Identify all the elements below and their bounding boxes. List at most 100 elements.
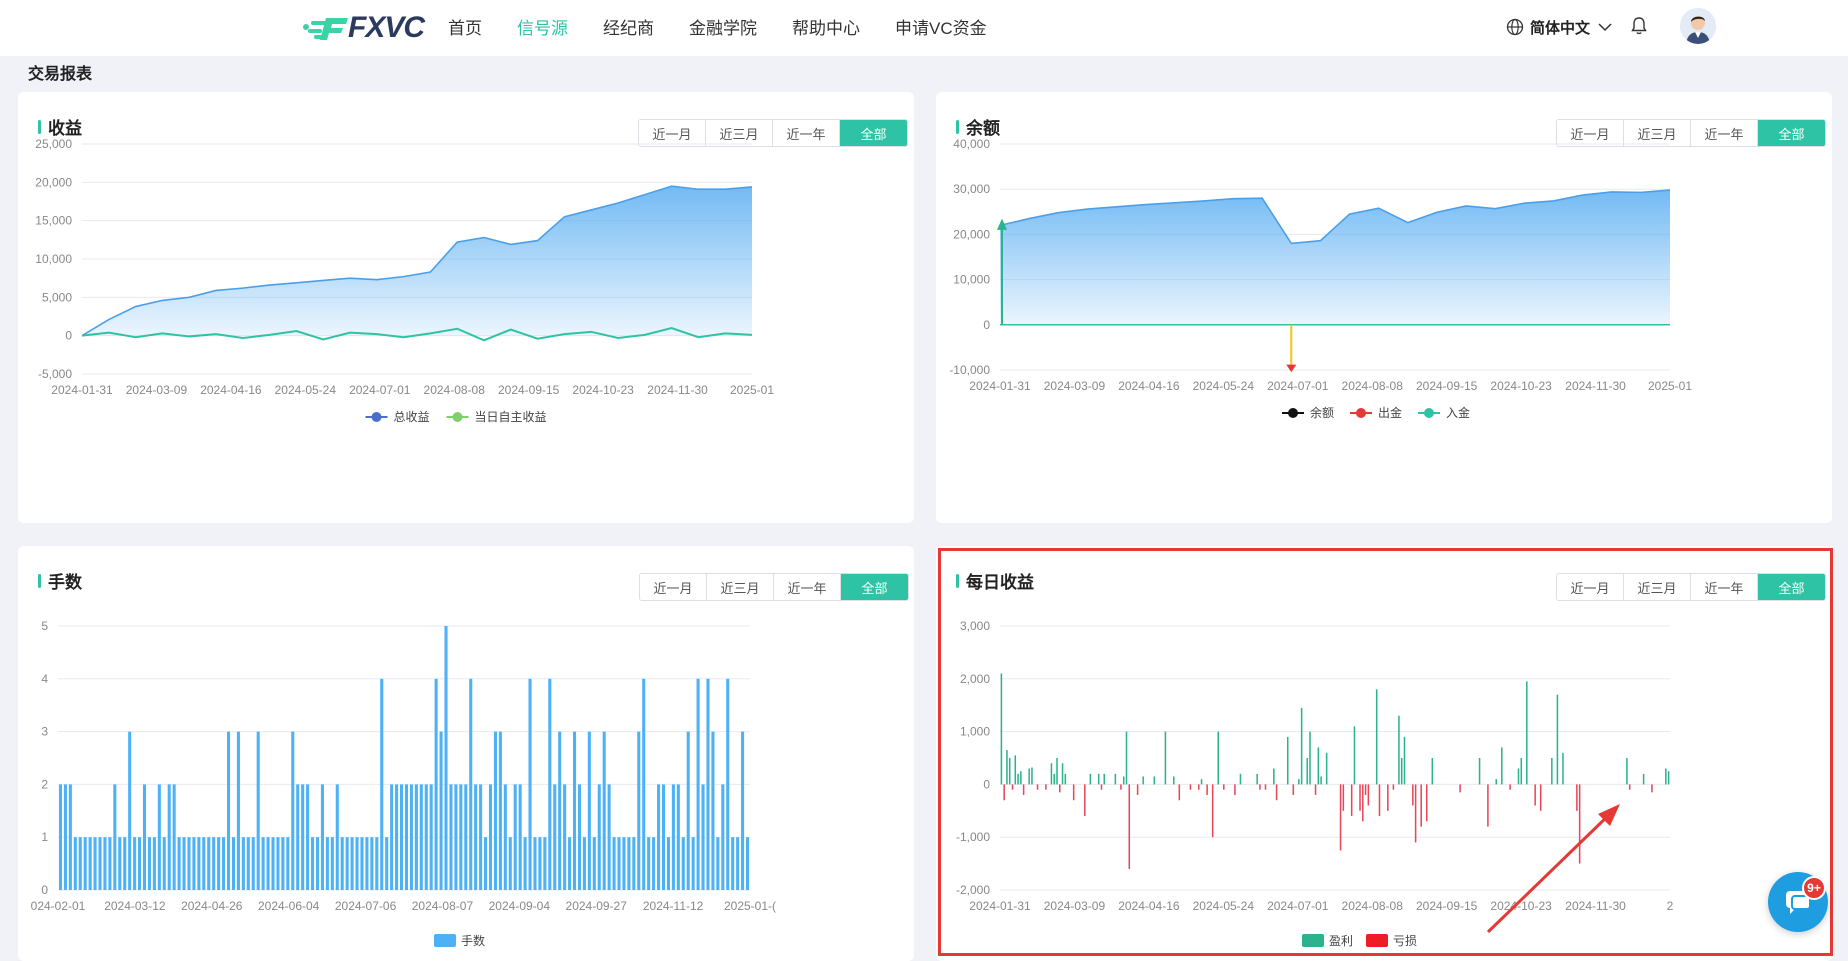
x-tick-label: 2024-08-08 <box>1342 379 1404 393</box>
legend-marker <box>1288 408 1298 418</box>
y-tick-label: 0 <box>41 883 48 897</box>
lots-bar <box>745 837 750 890</box>
profit-bar <box>1478 758 1481 785</box>
profit-bar <box>1164 731 1167 785</box>
lots-bar <box>350 837 354 890</box>
lots-bar <box>538 837 542 890</box>
x-tick-label: 2024-05-24 <box>275 383 337 397</box>
x-tick-label: 2024-01-31 <box>969 899 1031 913</box>
bell-icon[interactable] <box>1630 16 1648 36</box>
lots-bar <box>484 837 488 890</box>
lots-bar <box>731 837 735 890</box>
loss-bar <box>1189 784 1192 790</box>
lots-bar <box>128 731 132 890</box>
lots-bar <box>251 837 255 890</box>
chevron-down-icon <box>1598 23 1612 32</box>
x-tick-label: 2024-08-08 <box>1342 899 1404 913</box>
daily-panel: 每日收益 近一月 近三月 近一年 全部 3,000 2,000 1,000 0 -1,0… <box>936 546 1832 961</box>
profit-bar <box>1017 773 1019 785</box>
lots-bar <box>518 784 522 890</box>
loss-bar <box>1059 784 1061 793</box>
profit-bar <box>1306 758 1308 785</box>
x-tick-label: 2024-11-12 <box>643 899 704 913</box>
nav-home[interactable]: 首页 <box>448 14 482 39</box>
loss-bar <box>1003 784 1005 801</box>
lots-bar <box>182 837 186 890</box>
profit-bar <box>1551 758 1553 785</box>
earnings-chart: 25,000 20,000 15,000 10,000 5,000 0 -5,000 2024… <box>35 137 774 424</box>
y-tick-label: 5,000 <box>42 290 72 304</box>
profit-bar <box>1667 771 1670 785</box>
lots-bar <box>78 837 82 890</box>
profit-bar <box>1556 694 1559 785</box>
nav-apply-funding[interactable]: 申请VC资金 <box>895 14 987 39</box>
legend-marker <box>371 412 382 422</box>
x-tick-label: 2024-04-26 <box>181 899 243 913</box>
profit-bar <box>1642 773 1645 785</box>
lots-bar <box>63 784 67 890</box>
y-tick-label: 40,000 <box>953 137 990 151</box>
profit-bar <box>1273 768 1275 785</box>
loss-bar <box>1487 784 1489 827</box>
lots-bar <box>68 784 72 890</box>
profit-bar <box>1031 767 1033 785</box>
lots-bar <box>330 837 334 890</box>
lots-bar <box>385 837 389 890</box>
profit-bar <box>1320 776 1322 785</box>
profit-bar <box>1125 731 1128 785</box>
loss-bar <box>1314 784 1317 795</box>
lots-bar <box>291 731 295 890</box>
nav-signals[interactable]: 信号源 <box>517 14 568 39</box>
lots-bar <box>513 784 517 890</box>
logo[interactable]: FXVC <box>300 8 425 48</box>
profit-bar <box>1431 758 1434 785</box>
x-tick-label: 2024-04-16 <box>1118 899 1180 913</box>
lots-bar <box>83 837 87 890</box>
nav-brokers[interactable]: 经纪商 <box>603 14 654 39</box>
lots-bar <box>617 837 621 890</box>
lots-bar <box>246 837 250 890</box>
loss-bar <box>1120 784 1122 790</box>
profit-bar <box>1050 763 1053 785</box>
lots-bar <box>548 678 552 890</box>
y-tick-label: 30,000 <box>953 182 990 196</box>
lots-bar <box>558 731 562 890</box>
lots-bar <box>716 837 720 890</box>
loss-bar <box>1628 784 1631 790</box>
lots-bar <box>454 784 458 890</box>
loss-bar <box>1234 784 1236 795</box>
lots-bar <box>721 784 725 890</box>
lots-bar <box>266 837 270 890</box>
section-title: 交易报表 <box>28 66 93 83</box>
language-selector[interactable]: 简体中文 <box>1506 14 1618 40</box>
profit-bar <box>1020 771 1022 785</box>
profit-bar <box>1398 715 1400 785</box>
loss-bar <box>1011 784 1014 790</box>
lots-bar <box>711 731 715 890</box>
loss-bar <box>1576 784 1578 811</box>
lots-bar <box>177 837 181 890</box>
profit-bar <box>1375 689 1378 785</box>
nav-help[interactable]: 帮助中心 <box>792 14 860 39</box>
lots-bar <box>661 784 666 890</box>
lots-bar <box>212 837 216 890</box>
user-avatar[interactable] <box>1680 8 1716 44</box>
lots-bar <box>197 837 201 890</box>
profit-bar <box>1626 758 1628 785</box>
loss-bar <box>1420 784 1422 827</box>
lots-bar <box>563 784 567 890</box>
x-tick-label: 2024-07-01 <box>1267 899 1329 913</box>
profit-bar <box>1000 673 1003 785</box>
legend-swatch <box>1302 934 1324 947</box>
lots-bar <box>587 731 591 890</box>
lots-bar <box>138 837 142 890</box>
profit-bar <box>1103 773 1106 785</box>
lots-bar <box>157 784 161 890</box>
lots-bar <box>498 731 502 890</box>
lots-bar <box>488 784 493 890</box>
lots-bar <box>652 837 656 890</box>
profit-bar <box>1217 731 1220 785</box>
nav-academy[interactable]: 金融学院 <box>689 14 757 39</box>
lots-bar <box>231 837 236 890</box>
profit-bar <box>1200 779 1203 785</box>
